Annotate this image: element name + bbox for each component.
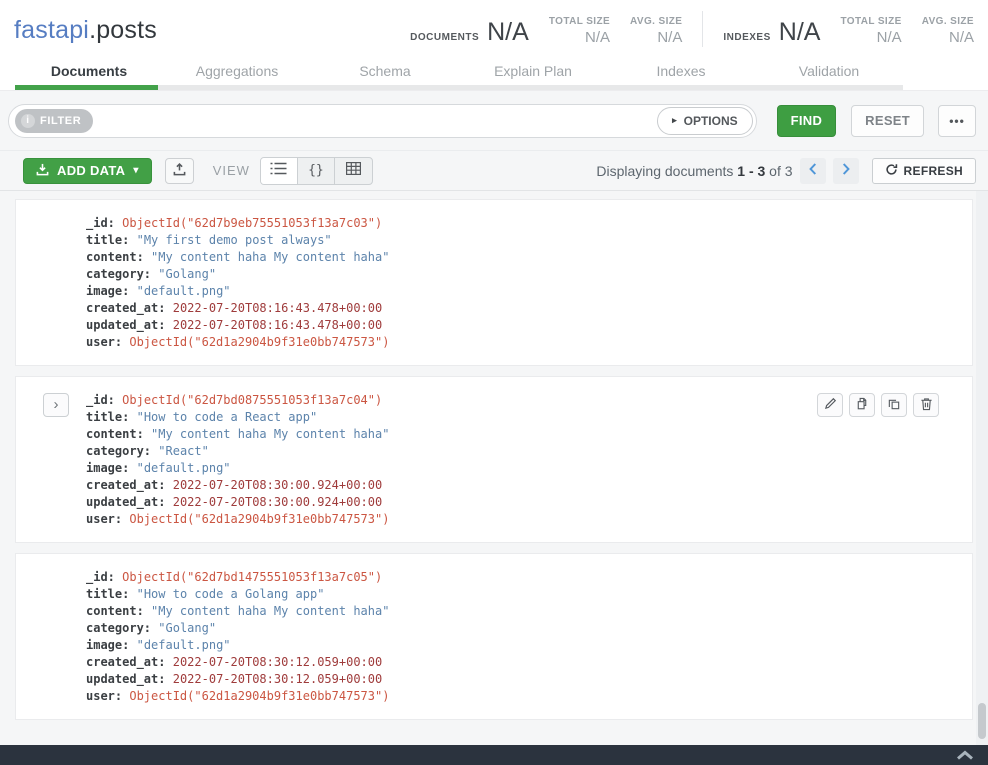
document-total: 3: [785, 163, 793, 179]
document-field: _id: ObjectId("62d7b9eb75551053f13a7c03"…: [86, 215, 952, 232]
document-field: user: ObjectId("62d1a2904b9f31e0bb747573…: [86, 511, 952, 528]
collection-stats: DOCUMENTS N/A TOTAL SIZE N/A AVG. SIZE N…: [410, 11, 974, 49]
reset-button[interactable]: RESET: [851, 105, 924, 137]
document-field: category: "Golang": [86, 266, 952, 283]
documents-stat-label: DOCUMENTS: [410, 32, 479, 43]
json-braces-icon: {}: [308, 163, 324, 178]
info-icon: [21, 114, 35, 128]
next-page-button[interactable]: [833, 158, 859, 184]
document-field: _id: ObjectId("62d7bd1475551053f13a7c05"…: [86, 569, 952, 586]
document-field: created_at: 2022-07-20T08:30:00.924+00:0…: [86, 477, 952, 494]
document-field: image: "default.png": [86, 460, 952, 477]
delete-document-button[interactable]: [913, 393, 939, 417]
more-options-button[interactable]: •••: [938, 105, 976, 137]
document-field: content: "My content haha My content hah…: [86, 249, 952, 266]
previous-page-button[interactable]: [800, 158, 826, 184]
document-card: _id: ObjectId("62d7bd1475551053f13a7c05"…: [15, 553, 973, 720]
upload-tray-icon: [173, 163, 186, 179]
document-card: ›_id: ObjectId("62d7bd0875551053f13a7c04…: [15, 376, 973, 543]
status-bar: [0, 745, 988, 765]
document-field: category: "React": [86, 443, 952, 460]
export-collection-button[interactable]: [165, 158, 194, 184]
document-field: user: ObjectId("62d1a2904b9f31e0bb747573…: [86, 334, 952, 351]
documents-stat-value: N/A: [487, 18, 529, 47]
copy-icon: [855, 397, 869, 414]
filter-badge: FILTER: [15, 109, 93, 133]
document-field: updated_at: 2022-07-20T08:30:12.059+00:0…: [86, 671, 952, 688]
find-button[interactable]: FIND: [777, 105, 837, 137]
tab-validation[interactable]: Validation: [755, 63, 903, 79]
view-label: VIEW: [213, 163, 250, 178]
tab-schema[interactable]: Schema: [311, 63, 459, 79]
document-field: content: "My content haha My content hah…: [86, 426, 952, 443]
scrollbar-track: [976, 191, 988, 745]
scrollbar-thumb[interactable]: [978, 703, 986, 739]
collection-tabbar: Documents Aggregations Schema Explain Pl…: [0, 56, 988, 90]
document-field: updated_at: 2022-07-20T08:30:00.924+00:0…: [86, 494, 952, 511]
document-field: category: "Golang": [86, 620, 952, 637]
displaying-documents-text: Displaying documents 1 - 3 of 3: [596, 163, 792, 179]
collection-header: fastapi.posts DOCUMENTS N/A TOTAL SIZE N…: [0, 0, 988, 56]
add-data-button[interactable]: ADD DATA ▾: [23, 158, 152, 184]
chevron-right-icon: [842, 163, 850, 178]
refresh-icon: [885, 163, 898, 179]
options-button[interactable]: ▸ OPTIONS: [657, 107, 753, 135]
stats-divider: [702, 11, 703, 47]
edit-document-button[interactable]: [817, 393, 843, 417]
document-field: content: "My content haha My content hah…: [86, 603, 952, 620]
caret-right-icon: ▸: [672, 115, 677, 126]
document-field: title: "How to code a Golang app": [86, 586, 952, 603]
indexes-stat-value: N/A: [779, 18, 821, 47]
documents-avg-size-stat: AVG. SIZE N/A: [630, 16, 682, 47]
indexes-total-size-stat: TOTAL SIZE N/A: [840, 16, 901, 47]
view-switcher: {}: [260, 157, 373, 185]
pencil-icon: [824, 397, 837, 413]
indexes-stat-label: INDEXES: [723, 32, 770, 43]
document-list: _id: ObjectId("62d7b9eb75551053f13a7c03"…: [0, 191, 988, 745]
tab-aggregations[interactable]: Aggregations: [163, 63, 311, 79]
namespace-title: fastapi.posts: [14, 16, 157, 45]
tab-documents[interactable]: Documents: [15, 63, 163, 79]
trash-icon: [920, 397, 933, 414]
document-field: title: "My first demo post always": [86, 232, 952, 249]
documents-total-size-stat: TOTAL SIZE N/A: [549, 16, 610, 47]
clone-document-button[interactable]: [881, 393, 907, 417]
tab-explain-plan[interactable]: Explain Plan: [459, 63, 607, 79]
document-field: image: "default.png": [86, 283, 952, 300]
refresh-button[interactable]: REFRESH: [872, 158, 976, 184]
caret-down-icon: ▾: [133, 165, 138, 176]
table-view-button[interactable]: [335, 158, 372, 184]
document-field: updated_at: 2022-07-20T08:16:43.478+00:0…: [86, 317, 952, 334]
clone-icon: [887, 397, 901, 414]
list-view-button[interactable]: [261, 158, 298, 184]
download-tray-icon: [36, 163, 49, 179]
json-view-button[interactable]: {}: [298, 158, 335, 184]
document-field: image: "default.png": [86, 637, 952, 654]
chevron-left-icon: [809, 163, 817, 178]
expand-document-button[interactable]: ›: [43, 393, 69, 417]
copy-document-button[interactable]: [849, 393, 875, 417]
list-view-icon: [270, 162, 287, 179]
document-field: created_at: 2022-07-20T08:16:43.478+00:0…: [86, 300, 952, 317]
chevron-up-icon: [956, 748, 974, 763]
query-bar: FILTER ▸ OPTIONS FIND RESET •••: [0, 90, 988, 150]
database-name: fastapi: [14, 16, 89, 44]
document-actions: [817, 393, 939, 417]
expand-statusbar-button[interactable]: [956, 748, 974, 763]
document-range: 1 - 3: [737, 163, 765, 179]
indexes-avg-size-stat: AVG. SIZE N/A: [922, 16, 974, 47]
document-card: _id: ObjectId("62d7b9eb75551053f13a7c03"…: [15, 199, 973, 366]
document-field: created_at: 2022-07-20T08:30:12.059+00:0…: [86, 654, 952, 671]
documents-stat: DOCUMENTS N/A: [410, 18, 529, 47]
tab-indexes[interactable]: Indexes: [607, 63, 755, 79]
compass-collection-view: fastapi.posts DOCUMENTS N/A TOTAL SIZE N…: [0, 0, 988, 765]
documents-toolbar: ADD DATA ▾ VIEW {} Displaying documents …: [0, 150, 988, 191]
document-field: user: ObjectId("62d1a2904b9f31e0bb747573…: [86, 688, 952, 705]
table-view-icon: [346, 162, 361, 179]
indexes-stat: INDEXES N/A: [723, 18, 820, 47]
filter-input[interactable]: FILTER ▸ OPTIONS: [8, 104, 757, 138]
collection-name: .posts: [89, 16, 157, 44]
